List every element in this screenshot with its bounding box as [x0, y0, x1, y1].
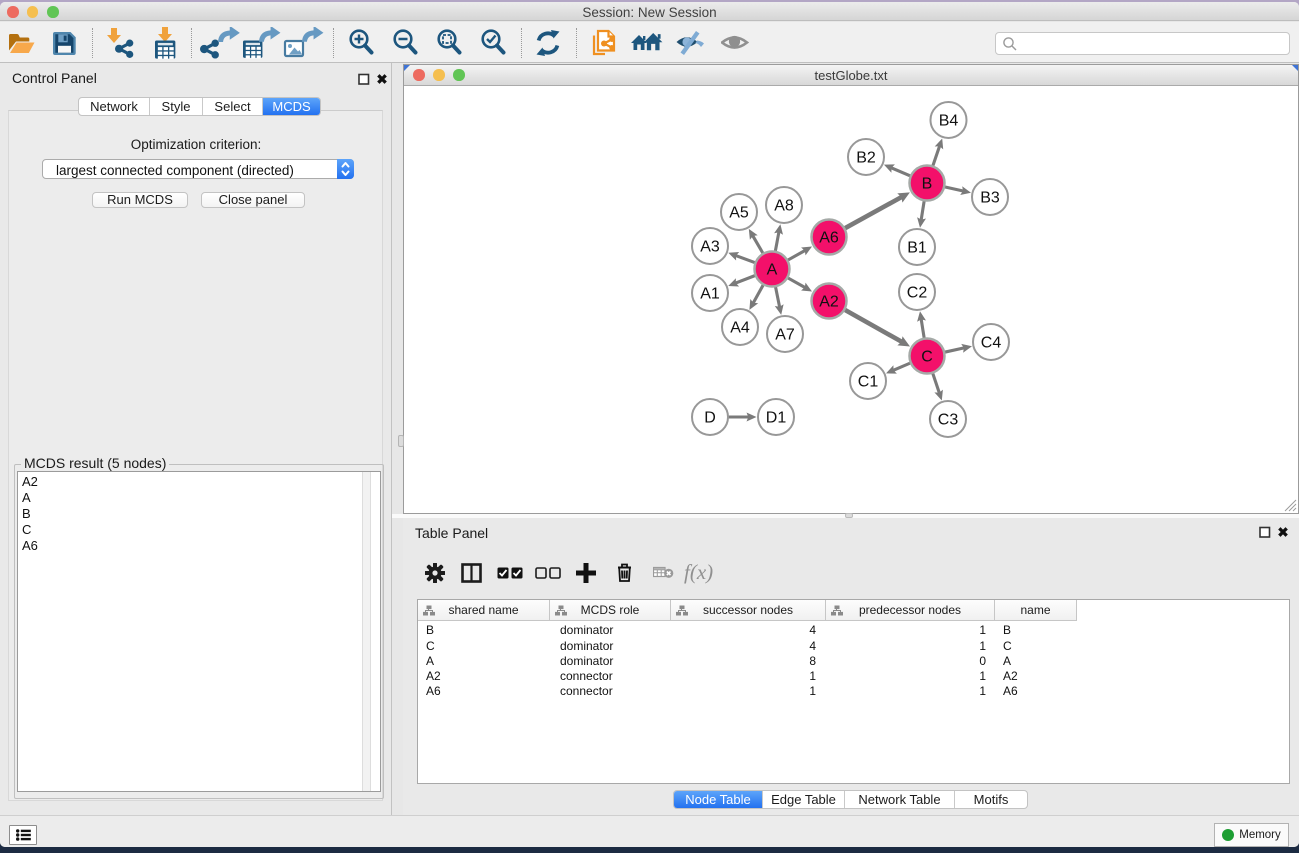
svg-text:D1: D1: [766, 410, 787, 427]
svg-text:A6: A6: [819, 230, 839, 247]
svg-text:A1: A1: [700, 286, 720, 303]
svg-text:B4: B4: [939, 113, 959, 130]
svg-text:C1: C1: [858, 374, 879, 391]
svg-text:C2: C2: [907, 285, 928, 302]
svg-text:B1: B1: [907, 240, 927, 257]
svg-text:B3: B3: [980, 190, 1000, 207]
svg-text:A4: A4: [730, 320, 750, 337]
svg-text:A2: A2: [819, 294, 839, 311]
svg-text:A5: A5: [729, 205, 749, 222]
svg-text:C3: C3: [938, 412, 959, 429]
svg-text:A3: A3: [700, 239, 720, 256]
svg-text:B: B: [922, 176, 933, 193]
svg-text:C: C: [921, 349, 933, 366]
svg-text:A7: A7: [775, 327, 795, 344]
svg-text:A8: A8: [774, 198, 794, 215]
svg-text:C4: C4: [981, 335, 1002, 352]
svg-text:D: D: [704, 410, 716, 427]
svg-text:A: A: [767, 262, 778, 279]
svg-text:B2: B2: [856, 150, 876, 167]
